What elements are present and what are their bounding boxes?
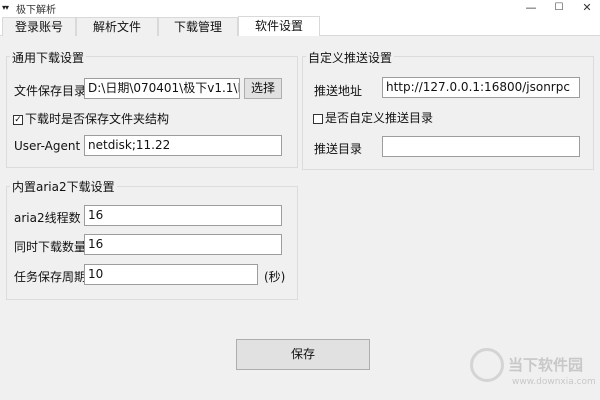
- user-agent-input[interactable]: netdisk;11.22: [84, 135, 282, 156]
- window-title: 极下解析: [16, 5, 56, 16]
- close-button[interactable]: ✕: [574, 0, 600, 16]
- keep-structure-label: 下载时是否保存文件夹结构: [25, 112, 170, 126]
- save-dir-label: 文件保存目录: [14, 84, 87, 98]
- push-settings-title: 自定义推送设置: [306, 49, 395, 66]
- maximize-button[interactable]: ☐: [546, 0, 572, 16]
- push-url-input[interactable]: http://127.0.0.1:16800/jsonrpc: [382, 77, 580, 98]
- task-save-period-input[interactable]: 10: [84, 264, 258, 285]
- tab-download-manager[interactable]: 下载管理: [158, 17, 238, 36]
- custom-push-dir-option[interactable]: 是否自定义推送目录: [313, 109, 433, 126]
- save-dir-input[interactable]: D:\日期\070401\极下v1.1\Downl: [84, 78, 240, 99]
- minimize-button[interactable]: —: [518, 0, 544, 16]
- aria2-threads-label: aria2线程数: [14, 211, 81, 225]
- choose-dir-button[interactable]: 选择: [244, 78, 282, 99]
- push-url-label: 推送地址: [314, 84, 363, 98]
- tab-settings[interactable]: 软件设置: [238, 16, 320, 36]
- tab-parse-files[interactable]: 解析文件: [76, 17, 158, 36]
- keep-structure-option[interactable]: ✓ 下载时是否保存文件夹结构: [13, 110, 169, 127]
- push-dir-input[interactable]: [382, 136, 580, 157]
- concurrent-downloads-input[interactable]: 16: [84, 234, 282, 255]
- watermark-logo-icon: [470, 348, 504, 382]
- general-settings-title: 通用下载设置: [10, 49, 87, 66]
- concurrent-downloads-label: 同时下载数量: [14, 240, 87, 254]
- task-save-period-unit: (秒): [264, 270, 286, 284]
- keep-structure-checkbox[interactable]: ✓: [13, 114, 23, 125]
- aria2-settings-title: 内置aria2下载设置: [10, 178, 117, 195]
- watermark-brand: 当下软件园: [508, 356, 584, 374]
- user-agent-label: User-Agent: [14, 139, 81, 153]
- app-icon: ▾▾: [2, 3, 9, 12]
- save-button[interactable]: 保存: [236, 339, 370, 370]
- tab-login[interactable]: 登录账号: [2, 17, 76, 36]
- title-bar: [0, 0, 600, 16]
- aria2-threads-input[interactable]: 16: [84, 205, 282, 226]
- task-save-period-label: 任务保存周期: [14, 270, 87, 284]
- push-dir-label: 推送目录: [314, 142, 363, 156]
- custom-push-dir-checkbox[interactable]: [313, 113, 323, 124]
- custom-push-dir-label: 是否自定义推送目录: [325, 111, 434, 125]
- watermark-url: www.downxia.com: [512, 377, 596, 387]
